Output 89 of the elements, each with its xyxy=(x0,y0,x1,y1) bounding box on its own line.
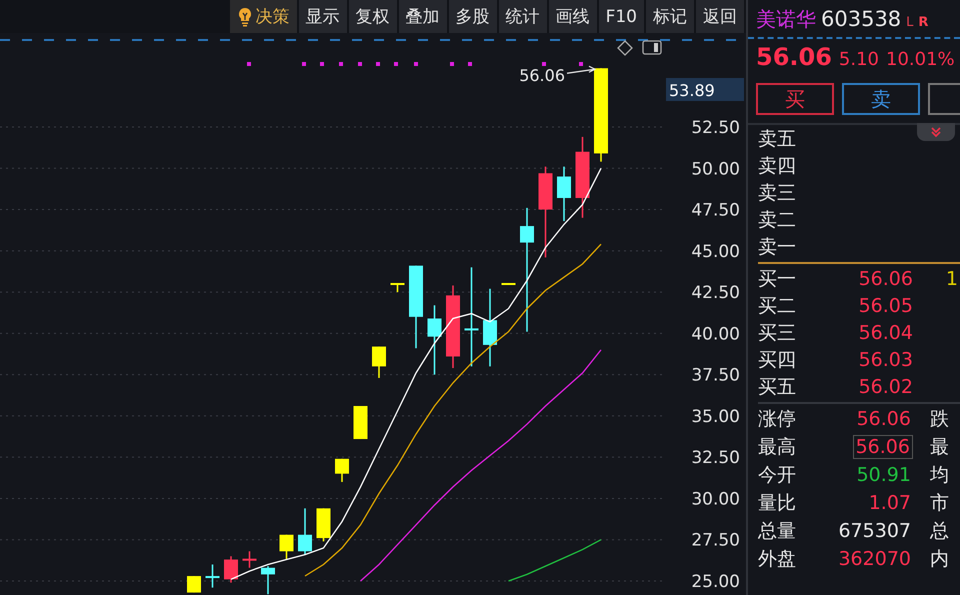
stat-value: 56.06 xyxy=(856,408,912,430)
ask-label: 卖五 xyxy=(758,126,797,152)
expand-tab[interactable] xyxy=(917,123,955,141)
stat-label: 今开 xyxy=(758,463,797,488)
stat-label: 最高 xyxy=(758,435,797,460)
bid-price: 56.06 xyxy=(858,268,913,290)
axis-label: 42.50 xyxy=(691,283,740,304)
axis-label: 50.00 xyxy=(691,159,740,180)
toolbar-button[interactable]: 画线 xyxy=(548,0,597,33)
bid-price: 56.04 xyxy=(858,322,913,344)
bid-label: 买四 xyxy=(758,348,797,372)
toolbar-button[interactable]: 返回 xyxy=(696,0,744,33)
axis-label: 37.50 xyxy=(691,366,740,386)
axis-label: 45.00 xyxy=(691,242,740,262)
toolbar-button[interactable]: 标记 xyxy=(646,0,694,33)
percent-change: 10.01% xyxy=(886,49,955,70)
stat-label: 总 xyxy=(930,519,949,544)
stat-label: 跌 xyxy=(930,407,949,432)
toolbar-button[interactable]: F10 xyxy=(598,0,644,33)
sell-button[interactable]: 卖 xyxy=(842,83,920,115)
stock-name: 美诺华 xyxy=(756,6,816,33)
price-tag: 53.89 xyxy=(666,78,744,101)
price-change: 5.10 xyxy=(838,49,879,70)
annotation: 56.06 xyxy=(519,66,565,86)
stat-label: 市 xyxy=(930,491,949,516)
toolbar-button[interactable]: 复权 xyxy=(348,0,397,33)
bid-label: 买三 xyxy=(758,320,797,346)
flag-label: R xyxy=(918,15,928,30)
candlestick xyxy=(354,406,368,440)
decision-button[interactable]: 决策 xyxy=(230,0,297,33)
ask-label: 卖一 xyxy=(758,234,797,260)
stat-label: 总量 xyxy=(758,519,797,544)
axis-label: 47.50 xyxy=(691,200,740,221)
panel-toggle-icon xyxy=(642,40,662,55)
candlestick xyxy=(390,283,404,292)
candlestick xyxy=(298,508,312,555)
bid-label: 买一 xyxy=(758,266,797,292)
stat-label: 外盘 xyxy=(758,547,797,572)
ask-label: 卖三 xyxy=(758,180,797,206)
bid-volume: 1 xyxy=(946,268,959,290)
axis-label: 40.00 xyxy=(691,324,740,344)
axis-label: 52.50 xyxy=(691,118,740,138)
axis-label: 27.50 xyxy=(691,530,740,551)
stat-value: 1.07 xyxy=(868,492,912,514)
toolbar-button[interactable]: 叠加 xyxy=(398,0,447,33)
stat-value: 362070 xyxy=(837,548,912,570)
candlestick xyxy=(316,508,330,542)
stat-label: 涨停 xyxy=(758,407,797,432)
candlestick xyxy=(280,534,294,560)
stat-label: 均 xyxy=(930,463,949,488)
bid-price: 56.03 xyxy=(858,348,913,370)
ask-label: 卖四 xyxy=(758,154,797,178)
flag-label: L xyxy=(906,15,914,30)
chevron-down-icon xyxy=(930,126,942,138)
axis-label: 32.50 xyxy=(691,448,740,468)
candlestick xyxy=(428,305,442,375)
stat-label: 最 xyxy=(930,435,949,460)
candlestick xyxy=(224,556,238,583)
stock-code: 603538 xyxy=(821,7,902,31)
last-price: 56.06 xyxy=(756,43,832,71)
stat-label: 内 xyxy=(930,547,949,572)
candlestick xyxy=(557,166,571,222)
bid-label: 买二 xyxy=(758,294,797,318)
lightbulb-icon xyxy=(236,6,253,26)
bid-price: 56.05 xyxy=(858,294,913,316)
stat-value: 675307 xyxy=(837,520,912,542)
candlestick xyxy=(335,458,349,482)
trade-button[interactable] xyxy=(928,83,960,115)
candlestick xyxy=(187,576,201,593)
bid-price: 56.02 xyxy=(858,376,913,398)
ask-label: 卖二 xyxy=(758,208,797,232)
axis-label: 35.00 xyxy=(691,406,740,427)
axis-label: 25.00 xyxy=(691,572,740,592)
candlestick xyxy=(206,564,220,588)
stat-value: 50.91 xyxy=(856,464,912,486)
price-callout: 56.06 xyxy=(519,66,596,86)
bid-label: 买五 xyxy=(758,374,797,400)
candlestick xyxy=(372,346,386,378)
stat-value: 56.06 xyxy=(852,435,913,459)
toolbar-button[interactable]: 统计 xyxy=(498,0,547,33)
buy-button[interactable]: 买 xyxy=(756,83,834,115)
stat-label: 量比 xyxy=(758,491,797,516)
axis-label: 30.00 xyxy=(691,489,740,510)
candlestick xyxy=(502,283,516,286)
candlestick xyxy=(242,551,256,568)
diamond-icon xyxy=(617,40,633,56)
toolbar-button[interactable]: 显示 xyxy=(298,0,347,33)
toolbar-button[interactable]: 多股 xyxy=(448,0,497,33)
candlestick xyxy=(261,566,275,594)
